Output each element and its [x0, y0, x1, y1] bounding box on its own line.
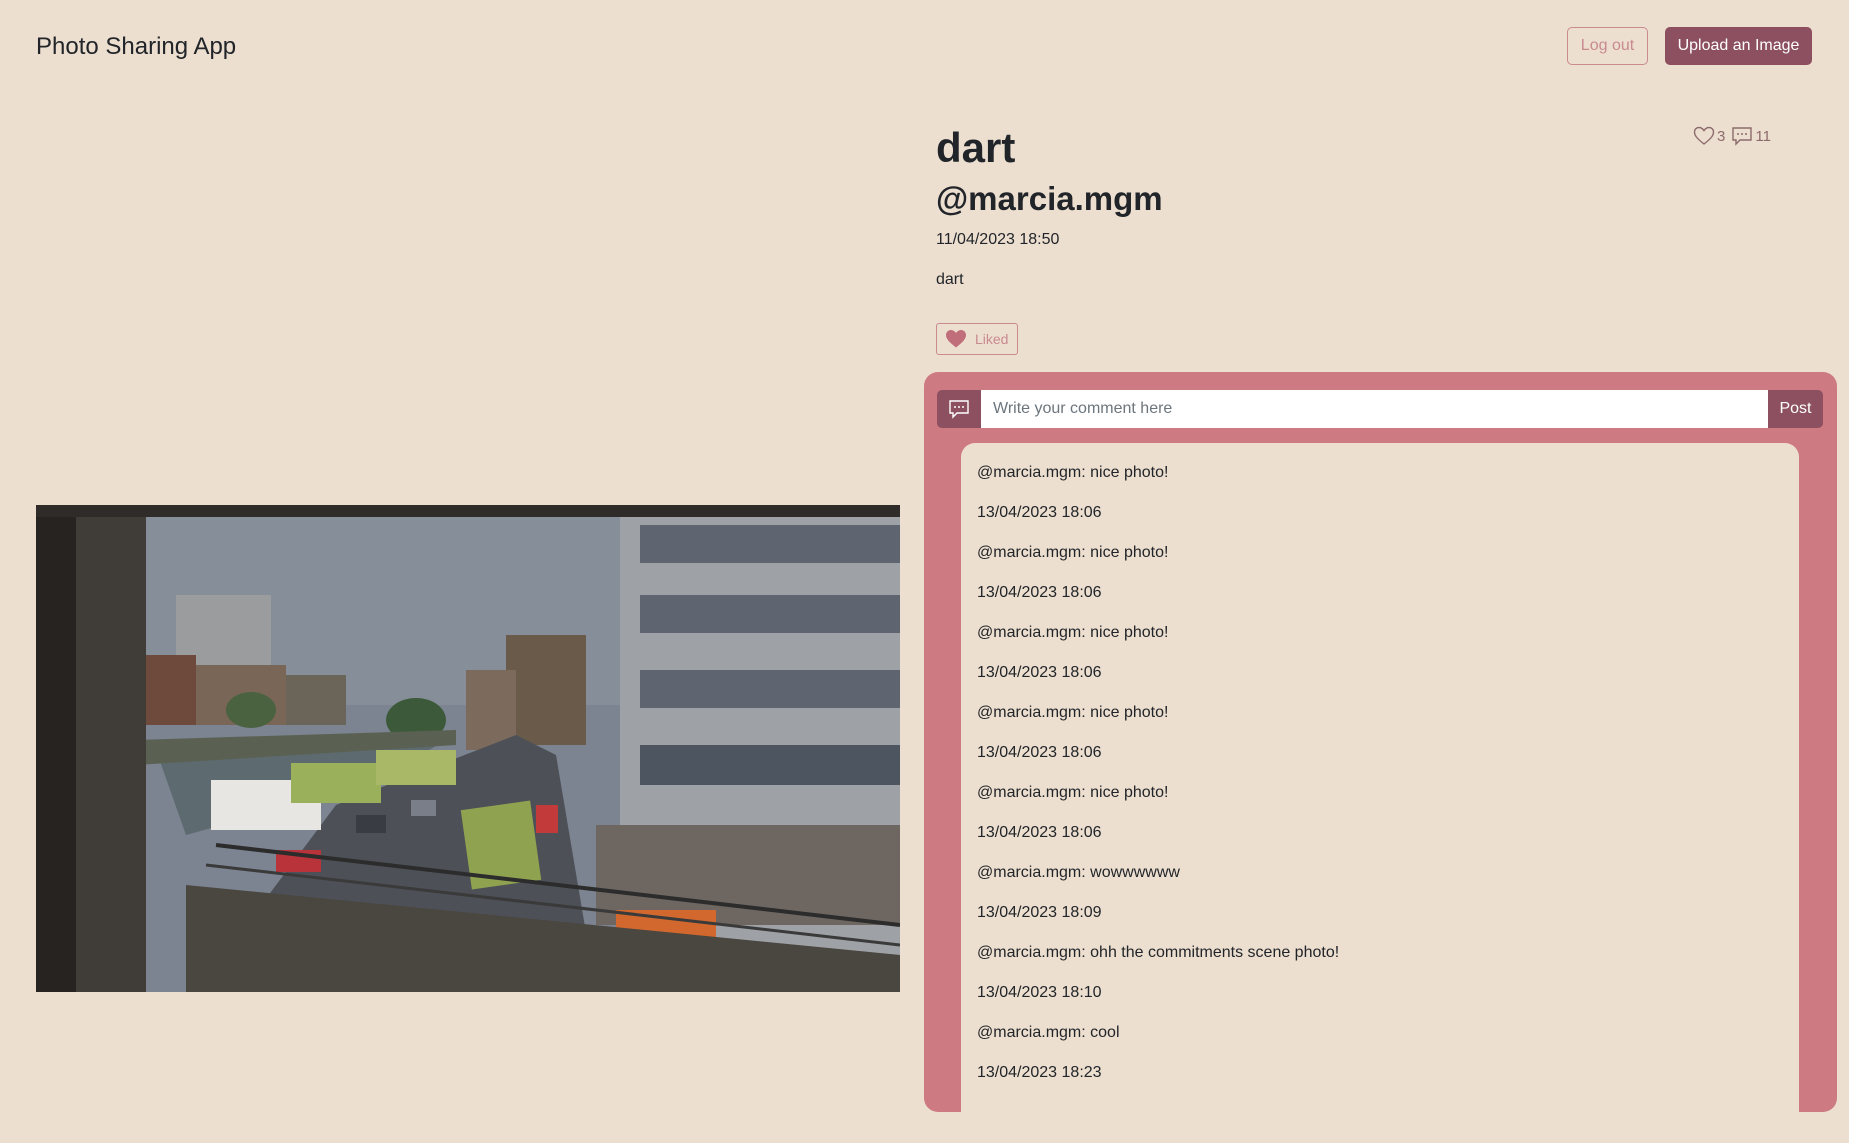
comment-text: @marcia.mgm: ohh the commitments scene p…: [977, 944, 1340, 961]
comment-date: 13/04/2023 18:10: [977, 984, 1102, 1001]
upload-image-button[interactable]: Upload an Image: [1665, 27, 1812, 65]
comment-count: 11: [1755, 127, 1771, 145]
comment-text: @marcia.mgm: nice photo!: [977, 784, 1169, 801]
comment-date: 13/04/2023 18:06: [977, 504, 1102, 521]
comments-panel: Post @marcia.mgm: nice photo! 13/04/2023…: [924, 372, 1837, 1143]
post-date: 11/04/2023 18:50: [936, 231, 1060, 248]
comment-date: 13/04/2023 18:06: [977, 584, 1102, 601]
post-comment-button[interactable]: Post: [1768, 390, 1823, 428]
comment-date: 13/04/2023 18:23: [977, 1064, 1102, 1081]
comment-text: @marcia.mgm: nice photo!: [977, 464, 1169, 481]
liked-button[interactable]: Liked: [936, 323, 1018, 355]
comment-form-icon-box: [937, 390, 981, 428]
comment-text: @marcia.mgm: nice photo!: [977, 544, 1169, 561]
navbar: Photo Sharing App Log out Upload an Imag…: [0, 0, 1849, 95]
comment-list: @marcia.mgm: nice photo! 13/04/2023 18:0…: [961, 443, 1799, 1143]
comment-outline-icon: [1732, 127, 1753, 146]
post-photo: [36, 505, 900, 992]
post-description: dart: [936, 271, 964, 288]
post-stats: 3 11: [1693, 126, 1775, 146]
heart-outline-icon: [1693, 126, 1715, 145]
comment-text: @marcia.mgm: nice photo!: [977, 624, 1169, 641]
comment-text: @marcia.mgm: wowwwwww: [977, 864, 1180, 881]
comment-text: @marcia.mgm: cool: [977, 1024, 1120, 1041]
logout-button[interactable]: Log out: [1567, 27, 1648, 65]
comment-input[interactable]: [981, 390, 1768, 428]
heart-filled-icon: [946, 330, 966, 348]
comment-date: 13/04/2023 18:09: [977, 904, 1102, 921]
app-brand[interactable]: Photo Sharing App: [36, 31, 236, 63]
comment-date: 13/04/2023 18:06: [977, 664, 1102, 681]
comment-icon: [949, 400, 969, 419]
like-count: 3: [1717, 127, 1726, 145]
comment-text: @marcia.mgm: nice photo!: [977, 704, 1169, 721]
post-author[interactable]: @marcia.mgm: [936, 178, 1163, 220]
liked-label: Liked: [975, 331, 1009, 347]
post-title: dart: [936, 124, 1016, 171]
comment-date: 13/04/2023 18:06: [977, 824, 1102, 841]
comment-date: 13/04/2023 18:06: [977, 744, 1102, 761]
